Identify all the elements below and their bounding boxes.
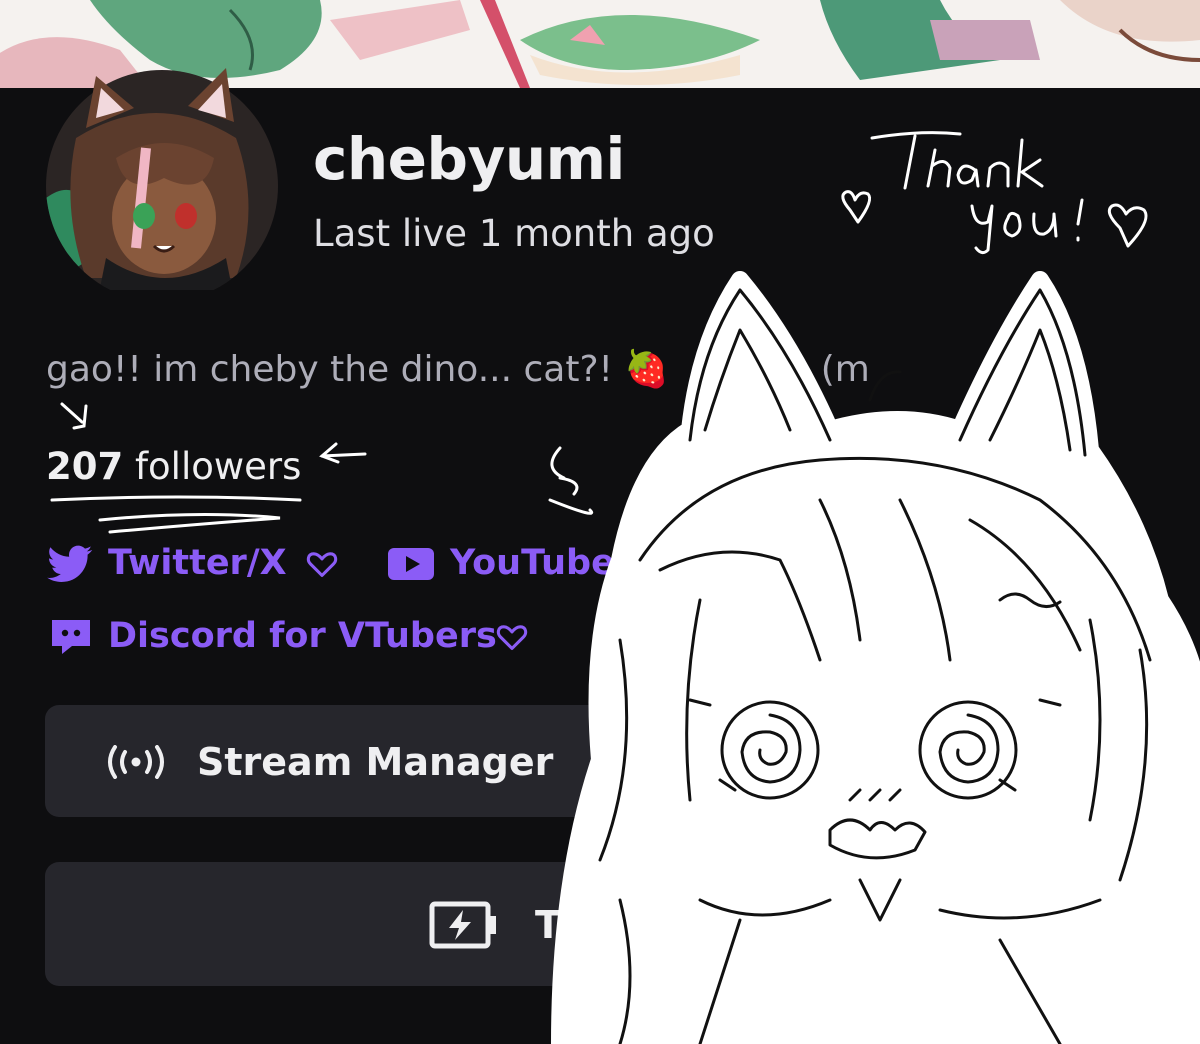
battery-bolt-icon bbox=[429, 901, 496, 949]
bio-text: gao!! im cheby the dino... cat?! 🍓 bbox=[46, 349, 670, 390]
stream-manager-button[interactable]: Stream Manager bbox=[45, 705, 1145, 817]
try-ad-button[interactable]: Try A bbox=[45, 862, 1145, 986]
follower-count-number: 207 bbox=[46, 445, 124, 488]
discord-icon bbox=[52, 620, 90, 654]
bio-cutoff-text: (m bbox=[820, 349, 870, 390]
heart-icon[interactable] bbox=[306, 550, 338, 578]
channel-username: chebyumi bbox=[313, 125, 625, 193]
twitter-link[interactable]: Twitter/X bbox=[108, 546, 287, 581]
follower-count[interactable]: 207 followers bbox=[46, 448, 301, 485]
follower-count-label: followers bbox=[135, 445, 302, 488]
twitter-icon bbox=[47, 545, 93, 582]
discord-link[interactable]: Discord for VTubers bbox=[108, 619, 497, 654]
avatar[interactable] bbox=[46, 48, 278, 302]
youtube-link[interactable]: YouTube bbox=[450, 546, 615, 581]
stream-manager-label: Stream Manager bbox=[197, 740, 554, 784]
try-ad-label: Try A bbox=[535, 903, 643, 947]
channel-bio: gao!! im cheby the dino... cat?! 🍓 (m bbox=[46, 352, 870, 388]
heart-icon[interactable] bbox=[496, 623, 528, 651]
youtube-icon bbox=[388, 548, 434, 580]
last-live-status: Last live 1 month ago bbox=[313, 212, 715, 255]
broadcast-icon bbox=[108, 745, 164, 779]
